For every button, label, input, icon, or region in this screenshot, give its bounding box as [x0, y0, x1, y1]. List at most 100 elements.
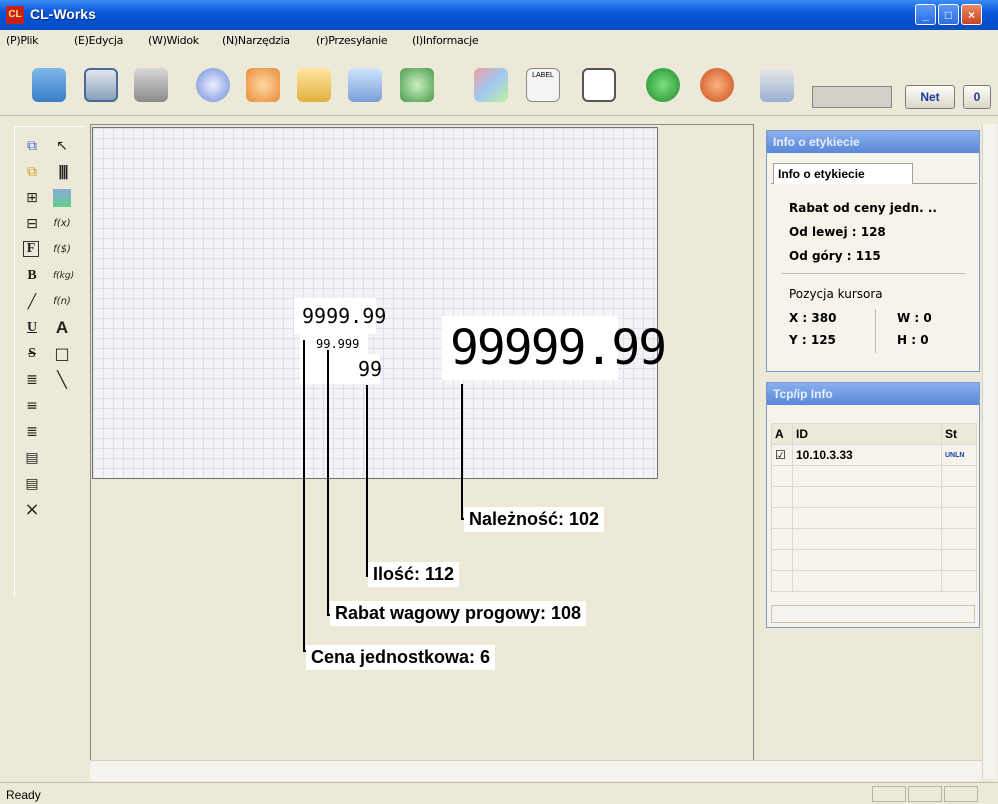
- barcode-icon[interactable]: ||||: [53, 163, 71, 181]
- tcpip-table-header: A ID St: [771, 423, 977, 445]
- align-left-icon[interactable]: ≣: [23, 371, 41, 389]
- status-cell-3: [944, 786, 978, 802]
- menu-edycja[interactable]: (E)Edycja: [74, 34, 123, 47]
- tcpip-table: A ID St ☑ 10.10.3.33 UNLN: [771, 423, 977, 592]
- app-logo-icon: CL: [6, 6, 24, 24]
- unit-price-field[interactable]: 9999.99: [294, 298, 386, 334]
- print-icon[interactable]: [134, 68, 168, 102]
- strikethrough-icon[interactable]: S: [23, 345, 41, 363]
- line-icon[interactable]: ╲: [53, 371, 71, 389]
- function-price-icon[interactable]: f($): [53, 241, 71, 259]
- minimize-button[interactable]: _: [915, 4, 936, 25]
- row-id: 10.10.3.33: [792, 444, 942, 466]
- function-weight-icon[interactable]: f(kg): [53, 267, 74, 285]
- callout-line-rabat: [327, 350, 329, 616]
- callout-ilosc: Ilość: 112: [368, 562, 460, 587]
- threshold-discount-field[interactable]: 99.999: [300, 334, 368, 354]
- callout-rabat: Rabat wagowy progowy: 108: [330, 601, 587, 626]
- horizontal-scrollbar[interactable]: [90, 760, 982, 781]
- align-right-icon[interactable]: ≣: [23, 423, 41, 441]
- align-center-icon[interactable]: ≡: [23, 397, 41, 415]
- row-checkbox[interactable]: ☑: [771, 444, 793, 466]
- open-folder-icon[interactable]: [32, 68, 66, 102]
- amount-due-field[interactable]: 99999.99: [442, 316, 667, 380]
- cursor-w-value: W : 0: [897, 311, 932, 325]
- menu-przesylanie[interactable]: (r)Przesyłanie: [316, 34, 388, 47]
- download-icon[interactable]: [348, 68, 382, 102]
- bold-icon[interactable]: B: [23, 267, 41, 285]
- callout-naleznosc: Należność: 102: [464, 507, 605, 532]
- justify-icon[interactable]: ▤: [23, 449, 41, 467]
- vertical-scrollbar[interactable]: [982, 124, 997, 779]
- net-weight-field[interactable]: [812, 86, 892, 108]
- list-icon[interactable]: ▤: [23, 475, 41, 493]
- selected-field-name: Rabat od ceny jedn. ..: [789, 201, 937, 215]
- rectangle-icon[interactable]: □: [53, 345, 71, 363]
- status-bar: Ready: [0, 782, 998, 804]
- send-back-icon[interactable]: ⧉: [23, 163, 41, 181]
- maximize-button[interactable]: □: [938, 4, 959, 25]
- cursor-icon[interactable]: ↖: [53, 137, 71, 155]
- cursor-h-value: H : 0: [897, 333, 929, 347]
- net-button[interactable]: Net: [905, 85, 955, 109]
- col-id-header[interactable]: ID: [792, 423, 942, 445]
- cursor-y-value: Y : 125: [789, 333, 836, 347]
- label-icon-text: LABEL: [532, 72, 554, 79]
- menu-widok[interactable]: (W)Widok: [148, 34, 199, 47]
- title-bar: CL CL-Works _ □ ×: [0, 0, 998, 30]
- label-info-tabs: Info o etykiecie: [771, 161, 977, 184]
- callout-line-naleznosc: [461, 384, 463, 520]
- menu-plik[interactable]: (P)Plik: [6, 34, 39, 47]
- text-tool-icon[interactable]: A: [53, 319, 71, 337]
- pen-icon[interactable]: ╱: [23, 293, 41, 311]
- ruler-icon[interactable]: [582, 68, 616, 102]
- menu-narzedzia[interactable]: (N)Narzędzia: [222, 34, 290, 47]
- go-icon[interactable]: [646, 68, 680, 102]
- settings-icon[interactable]: [760, 68, 794, 102]
- back-icon[interactable]: [700, 68, 734, 102]
- bring-front-icon[interactable]: ⧉: [23, 137, 41, 155]
- tab-label-info[interactable]: Info o etykiecie: [773, 163, 913, 184]
- status-cell-2: [908, 786, 942, 802]
- tcpip-horizontal-scrollbar[interactable]: [771, 605, 975, 623]
- status-text: Ready: [6, 788, 41, 802]
- cursor-position-title: Pozycja kursora: [789, 287, 883, 301]
- tool-palette: ⧉ ⧉ ⊞ ⊟ F B ╱ U S ≣ ≡ ≣ ▤ ▤ × ↖ |||| f(x…: [14, 126, 85, 597]
- grid-icon[interactable]: [474, 68, 508, 102]
- label-info-panel: Info o etykiecie Info o etykiecie Rabat …: [766, 130, 980, 372]
- cursor-divider: [875, 309, 876, 353]
- save-icon[interactable]: [84, 68, 118, 102]
- offset-left-value: Od lewej : 128: [789, 225, 886, 239]
- col-a-header[interactable]: A: [771, 423, 793, 445]
- font-icon[interactable]: F: [23, 241, 39, 257]
- network-icon[interactable]: [400, 68, 434, 102]
- tcpip-info-header: Tcp/ip Info: [767, 383, 979, 405]
- info-divider: [781, 273, 965, 274]
- star-icon[interactable]: [246, 68, 280, 102]
- row-status-icon: UNLN: [941, 444, 977, 466]
- col-st-header[interactable]: St: [941, 423, 977, 445]
- offset-top-value: Od góry : 115: [789, 249, 881, 263]
- upload-icon[interactable]: [297, 68, 331, 102]
- quantity-field[interactable]: 99: [300, 354, 382, 384]
- function-x-icon[interactable]: f(x): [53, 215, 71, 233]
- scale-icon[interactable]: [196, 68, 230, 102]
- image-icon[interactable]: [53, 189, 71, 207]
- delete-icon[interactable]: ×: [23, 501, 41, 519]
- zero-button[interactable]: 0: [963, 85, 991, 109]
- cursor-x-value: X : 380: [789, 311, 837, 325]
- callout-cena: Cena jednostkowa: 6: [306, 645, 496, 670]
- callout-line-ilosc: [366, 385, 368, 577]
- callout-line-cena: [303, 340, 305, 652]
- tcpip-info-panel: Tcp/ip Info A ID St ☑ 10.10.3.33 UNLN: [766, 382, 980, 628]
- window-title: CL-Works: [30, 6, 96, 22]
- menu-informacje[interactable]: (I)Informacje: [412, 34, 479, 47]
- ungroup-icon[interactable]: ⊟: [23, 215, 41, 233]
- close-button[interactable]: ×: [961, 4, 982, 25]
- label-icon[interactable]: LABEL: [526, 68, 560, 102]
- group-icon[interactable]: ⊞: [23, 189, 41, 207]
- table-row[interactable]: ☑ 10.10.3.33 UNLN: [771, 444, 977, 466]
- menu-bar: (P)Plik (E)Edycja (W)Widok (N)Narzędzia …: [0, 30, 998, 50]
- underline-icon[interactable]: U: [23, 319, 41, 337]
- function-count-icon[interactable]: f(n): [53, 293, 71, 311]
